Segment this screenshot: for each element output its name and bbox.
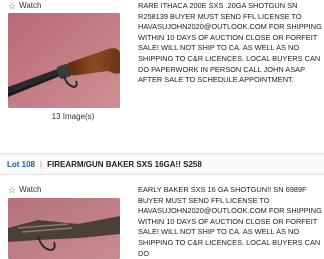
shotgun-photo — [8, 198, 120, 259]
lot-header[interactable]: Lot 108 | FIREARM/GUN BAKER SXS 16GA!! S… — [0, 153, 324, 175]
watch-label: Watch — [19, 1, 42, 10]
lot-title[interactable]: FIREARM/GUN BAKER SXS 16GA!! S258 — [47, 160, 202, 169]
lot-photo[interactable] — [8, 198, 120, 259]
lot-separator: | — [40, 159, 43, 169]
watch-button[interactable]: ☆ Watch — [8, 185, 41, 195]
lot-photo[interactable] — [8, 13, 120, 108]
shotgun-photo — [8, 13, 120, 108]
image-count[interactable]: 13 Image(s) — [8, 112, 138, 122]
star-outline-icon: ☆ — [8, 185, 17, 195]
watch-button[interactable]: ☆ Watch — [8, 1, 41, 11]
lot-number-link[interactable]: Lot 108 — [7, 160, 35, 169]
watch-label: Watch — [19, 185, 42, 194]
star-outline-icon: ☆ — [8, 1, 17, 11]
lot-description: RARE ITHACA 200E SXS .20GA SHOTGUN SN R2… — [138, 1, 322, 85]
lot-description: EARLY BAKER SXS 16 GA SHOTGUN!! SN 6989F… — [138, 185, 322, 258]
